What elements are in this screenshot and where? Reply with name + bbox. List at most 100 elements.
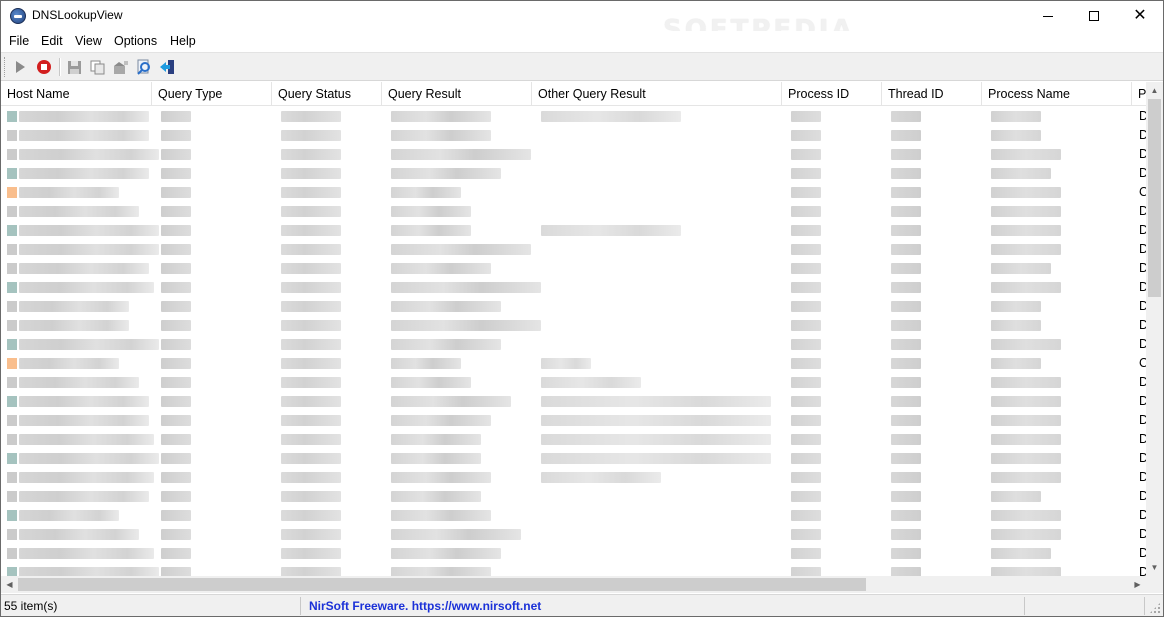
table-row[interactable]: D xyxy=(1,544,1146,563)
table-row[interactable]: D xyxy=(1,107,1146,126)
stop-button[interactable] xyxy=(34,57,54,77)
row-icon xyxy=(7,510,17,521)
thread-id-cell xyxy=(891,206,921,217)
query-type-cell xyxy=(161,206,191,217)
process-path-cell: D xyxy=(1139,280,1146,294)
menu-help[interactable]: Help xyxy=(170,34,196,48)
thread-id-cell xyxy=(891,130,921,141)
table-row[interactable]: D xyxy=(1,468,1146,487)
row-icon xyxy=(7,282,17,293)
query-status-cell xyxy=(281,282,341,293)
other-query-result-cell xyxy=(541,415,771,426)
query-status-cell xyxy=(281,510,341,521)
query-result-cell xyxy=(391,301,501,312)
maximize-button[interactable] xyxy=(1071,1,1117,31)
menu-options[interactable]: Options xyxy=(114,34,157,48)
table-row[interactable]: D xyxy=(1,145,1146,164)
query-result-cell xyxy=(391,548,501,559)
horizontal-scrollbar[interactable]: ◀ ▶ xyxy=(1,576,1146,593)
process-path-cell: D xyxy=(1139,318,1146,332)
scroll-down-icon[interactable]: ▼ xyxy=(1146,559,1163,576)
query-result-cell xyxy=(391,282,541,293)
column-header-process-name[interactable]: Process Name xyxy=(982,82,1132,106)
table-row[interactable]: D xyxy=(1,373,1146,392)
table-row[interactable]: D xyxy=(1,449,1146,468)
column-header-query-type[interactable]: Query Type xyxy=(152,82,272,106)
row-icon xyxy=(7,244,17,255)
stop-icon xyxy=(37,60,51,74)
properties-button[interactable] xyxy=(111,57,131,77)
process-path-cell: D xyxy=(1139,432,1146,446)
vertical-scrollbar[interactable]: ▲ ▼ xyxy=(1146,82,1163,576)
query-type-cell xyxy=(161,453,191,464)
scroll-up-icon[interactable]: ▲ xyxy=(1146,82,1163,99)
column-header-thread-id[interactable]: Thread ID xyxy=(882,82,982,106)
find-button[interactable] xyxy=(134,57,154,77)
dns-query-list[interactable]: Host Name Query Type Query Status Query … xyxy=(1,82,1163,593)
process-name-cell xyxy=(991,396,1061,407)
table-row[interactable]: C xyxy=(1,183,1146,202)
resize-grip[interactable] xyxy=(1149,602,1161,614)
process-name-cell xyxy=(991,491,1041,502)
query-status-cell xyxy=(281,396,341,407)
table-row[interactable]: D xyxy=(1,164,1146,183)
process-path-cell: D xyxy=(1139,147,1146,161)
other-query-result-cell xyxy=(541,434,771,445)
start-button[interactable] xyxy=(10,57,30,77)
nirsoft-link[interactable]: NirSoft Freeware. https://www.nirsoft.ne… xyxy=(301,597,1025,615)
scroll-right-icon[interactable]: ▶ xyxy=(1129,576,1146,593)
table-row[interactable]: D xyxy=(1,525,1146,544)
process-id-cell xyxy=(791,187,821,198)
column-header-other-query-result[interactable]: Other Query Result xyxy=(532,82,782,106)
process-path-cell: D xyxy=(1139,128,1146,142)
table-row[interactable]: D xyxy=(1,487,1146,506)
table-row[interactable]: D xyxy=(1,506,1146,525)
copy-button[interactable] xyxy=(87,57,107,77)
save-button[interactable] xyxy=(64,57,84,77)
column-header-query-result[interactable]: Query Result xyxy=(382,82,532,106)
query-result-cell xyxy=(391,168,501,179)
table-row[interactable]: D xyxy=(1,126,1146,145)
host-name-cell xyxy=(19,453,159,464)
vertical-scroll-thumb[interactable] xyxy=(1148,99,1161,297)
close-button[interactable]: ✕ xyxy=(1117,1,1163,31)
table-row[interactable]: D xyxy=(1,335,1146,354)
column-header-query-status[interactable]: Query Status xyxy=(272,82,382,106)
horizontal-scroll-thumb[interactable] xyxy=(18,578,866,591)
exit-icon xyxy=(160,60,174,74)
table-row[interactable]: D xyxy=(1,297,1146,316)
toolbar-grip[interactable] xyxy=(4,57,7,77)
process-id-cell xyxy=(791,320,821,331)
table-row[interactable]: D xyxy=(1,430,1146,449)
exit-button[interactable] xyxy=(157,57,177,77)
table-row[interactable]: D xyxy=(1,221,1146,240)
table-row[interactable]: D xyxy=(1,411,1146,430)
thread-id-cell xyxy=(891,244,921,255)
query-status-cell xyxy=(281,263,341,274)
row-icon xyxy=(7,320,17,331)
table-row[interactable]: D xyxy=(1,278,1146,297)
title-bar[interactable]: DNSLookupView SOFTPEDIA ✕ xyxy=(1,1,1163,45)
thread-id-cell xyxy=(891,263,921,274)
query-status-cell xyxy=(281,377,341,388)
scroll-left-icon[interactable]: ◀ xyxy=(1,576,18,593)
table-row[interactable]: D xyxy=(1,259,1146,278)
process-id-cell xyxy=(791,206,821,217)
query-type-cell xyxy=(161,225,191,236)
table-row[interactable]: D xyxy=(1,392,1146,411)
process-name-cell xyxy=(991,301,1041,312)
query-result-cell xyxy=(391,187,461,198)
menu-file[interactable]: File xyxy=(9,34,29,48)
table-row[interactable]: D xyxy=(1,316,1146,335)
table-row[interactable]: C xyxy=(1,354,1146,373)
table-row[interactable]: D xyxy=(1,240,1146,259)
minimize-button[interactable] xyxy=(1025,1,1071,31)
find-icon xyxy=(137,59,150,75)
process-name-cell xyxy=(991,111,1041,122)
table-row[interactable]: D xyxy=(1,202,1146,221)
menu-view[interactable]: View xyxy=(75,34,102,48)
column-header-process-id[interactable]: Process ID xyxy=(782,82,882,106)
menu-edit[interactable]: Edit xyxy=(41,34,63,48)
column-header-host-name[interactable]: Host Name xyxy=(1,82,152,106)
table-row[interactable]: D xyxy=(1,563,1146,577)
